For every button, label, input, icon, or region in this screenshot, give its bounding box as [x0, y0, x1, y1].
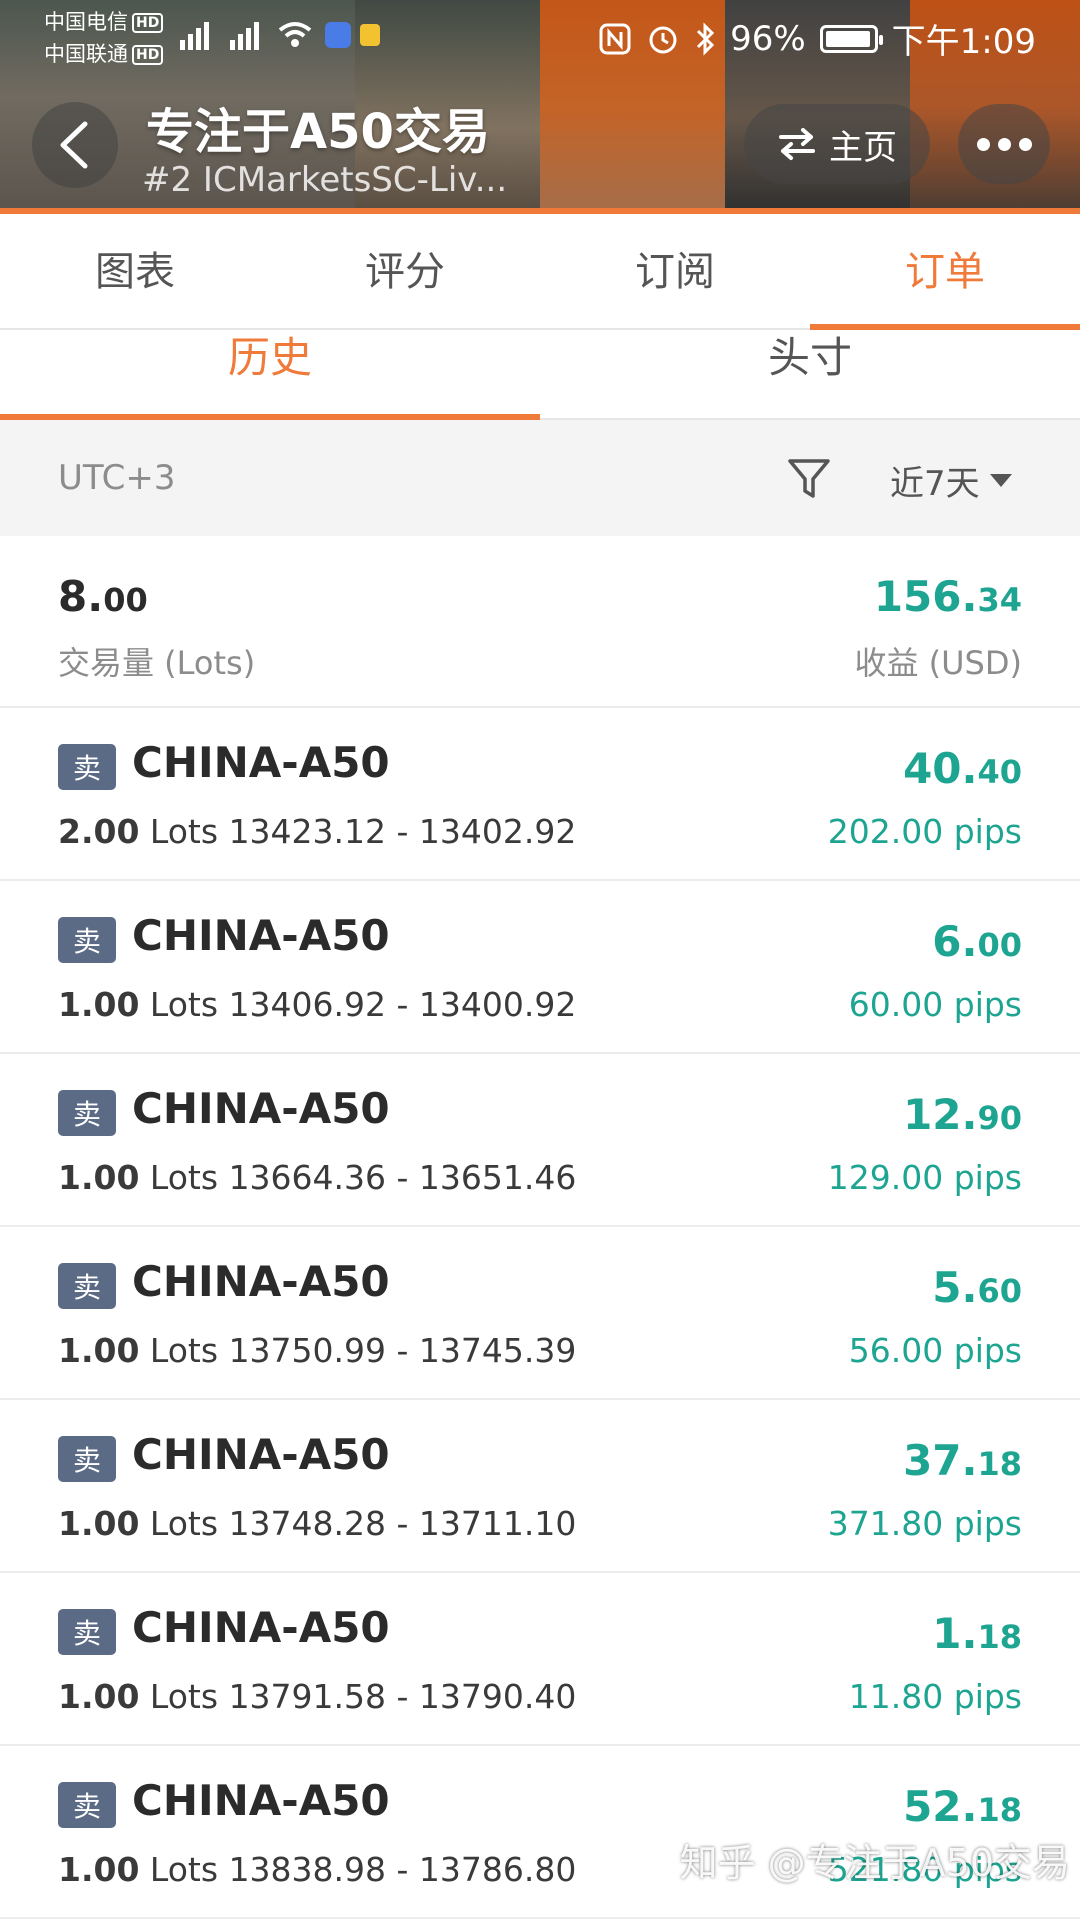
order-row[interactable]: 卖 CHINA-A50 2.00 Lots 13423.12 - 13402.9…	[0, 708, 1080, 881]
channel-title: 专注于A50交易	[146, 104, 490, 160]
caret-down-icon	[989, 474, 1012, 487]
channel-subtitle: #2 ICMarketsSC-Liv...	[142, 160, 508, 200]
carrier-2: 中国联通	[44, 42, 128, 66]
status-bar: 中国电信 HD 中国联通 HD 96% 下午1:09	[0, 0, 1080, 80]
filter-bar: UTC+3 近7天	[0, 420, 1080, 536]
alarm-icon	[649, 26, 677, 53]
tab-subscribe[interactable]: 订阅	[540, 214, 810, 328]
order-row[interactable]: 卖 CHINA-A50 1.00 Lots 13750.99 - 13745.3…	[0, 1227, 1080, 1400]
order-profit: 1.18	[932, 1609, 1022, 1658]
order-profit: 6.00	[932, 917, 1022, 966]
sell-badge: 卖	[58, 1609, 116, 1655]
home-button-label: 主页	[829, 127, 897, 168]
order-details: 1.00 Lots 13750.99 - 13745.39	[58, 1331, 577, 1370]
total-profit: 156.34	[873, 572, 1022, 621]
hd-badge: HD	[132, 13, 164, 33]
channel-header: 中国电信 HD 中国联通 HD 96% 下午1:09 专注于A50交易 #2 I…	[0, 0, 1080, 214]
order-row[interactable]: 卖 CHINA-A50 1.00 Lots 13664.36 - 13651.4…	[0, 1054, 1080, 1227]
chevron-left-icon	[60, 121, 88, 169]
order-pips: 202.00 pips	[827, 812, 1022, 851]
order-profit: 52.18	[903, 1782, 1022, 1831]
order-row[interactable]: 卖 CHINA-A50 1.00 Lots 13791.58 - 13790.4…	[0, 1573, 1080, 1746]
subtab-history[interactable]: 历史	[0, 330, 540, 420]
back-button[interactable]	[32, 102, 118, 188]
total-profit-label: 收益 (USD)	[854, 644, 1022, 682]
order-details: 1.00 Lots 13748.28 - 13711.10	[58, 1504, 577, 1543]
carrier-1: 中国电信	[44, 10, 128, 34]
order-symbol: CHINA-A50	[132, 738, 390, 787]
bluetooth-icon	[697, 21, 715, 56]
more-button[interactable]	[958, 104, 1050, 184]
sell-badge: 卖	[58, 1263, 116, 1309]
order-pips: 11.80 pips	[848, 1677, 1022, 1716]
total-volume: 8.00	[58, 572, 148, 621]
order-symbol: CHINA-A50	[132, 911, 390, 960]
order-symbol: CHINA-A50	[132, 1430, 390, 1479]
battery-icon	[819, 24, 883, 53]
tab-orders[interactable]: 订单	[810, 214, 1080, 330]
battery-fill	[825, 30, 870, 47]
order-row[interactable]: 卖 CHINA-A50 1.00 Lots 13406.92 - 13400.9…	[0, 881, 1080, 1054]
swap-icon	[779, 128, 815, 160]
more-dots-icon	[976, 137, 990, 151]
order-profit: 12.90	[903, 1090, 1022, 1139]
summary-panel: 8.00 交易量 (Lots) 156.34 收益 (USD)	[0, 536, 1080, 708]
sell-badge: 卖	[58, 917, 116, 963]
date-range-select[interactable]: 近7天	[890, 456, 1012, 505]
order-pips: 56.00 pips	[848, 1331, 1022, 1370]
order-details: 2.00 Lots 13423.12 - 13402.92	[58, 812, 577, 851]
sell-badge: 卖	[58, 1436, 116, 1482]
sell-badge: 卖	[58, 1090, 116, 1136]
order-pips: 371.80 pips	[827, 1504, 1022, 1543]
order-details: 1.00 Lots 13791.58 - 13790.40	[58, 1677, 577, 1716]
date-range-label: 近7天	[890, 464, 980, 504]
nfc-icon	[599, 23, 631, 54]
order-symbol: CHINA-A50	[132, 1257, 390, 1306]
order-profit: 5.60	[932, 1263, 1022, 1312]
tab-rating[interactable]: 评分	[270, 214, 540, 328]
subtab-positions[interactable]: 头寸	[540, 330, 1080, 418]
status-right: 96% 下午1:09	[598, 14, 1036, 63]
order-profit: 37.18	[903, 1436, 1022, 1485]
order-details: 1.00 Lots 13664.36 - 13651.46	[58, 1158, 577, 1197]
order-symbol: CHINA-A50	[132, 1084, 390, 1133]
filter-icon[interactable]	[786, 456, 832, 502]
timezone-label: UTC+3	[58, 458, 176, 498]
cellular-wifi-icon	[180, 22, 380, 50]
order-row[interactable]: 卖 CHINA-A50 1.00 Lots 13748.28 - 13711.1…	[0, 1400, 1080, 1573]
tab-chart[interactable]: 图表	[0, 214, 270, 328]
sell-badge: 卖	[58, 744, 116, 790]
watermark: 知乎 @专注于A50交易	[679, 1841, 1070, 1885]
order-symbol: CHINA-A50	[132, 1603, 390, 1652]
clock: 下午1:09	[891, 22, 1036, 62]
main-tab-bar: 图表 评分 订阅 订单	[0, 214, 1080, 330]
order-details: 1.00 Lots 13406.92 - 13400.92	[58, 985, 577, 1024]
order-pips: 60.00 pips	[848, 985, 1022, 1024]
order-symbol: CHINA-A50	[132, 1776, 390, 1825]
signal-icons	[180, 16, 380, 59]
sub-tab-bar: 历史 头寸	[0, 330, 1080, 420]
sell-badge: 卖	[58, 1782, 116, 1828]
order-profit: 40.40	[903, 744, 1022, 793]
order-pips: 129.00 pips	[827, 1158, 1022, 1197]
hd-badge: HD	[132, 45, 164, 65]
total-volume-label: 交易量 (Lots)	[58, 644, 256, 682]
home-button[interactable]: 主页	[744, 104, 930, 184]
order-details: 1.00 Lots 13838.98 - 13786.80	[58, 1850, 577, 1889]
carrier-info: 中国电信 HD 中国联通 HD	[44, 6, 164, 70]
order-list: 卖 CHINA-A50 2.00 Lots 13423.12 - 13402.9…	[0, 708, 1080, 1919]
battery-percent: 96%	[730, 18, 806, 59]
